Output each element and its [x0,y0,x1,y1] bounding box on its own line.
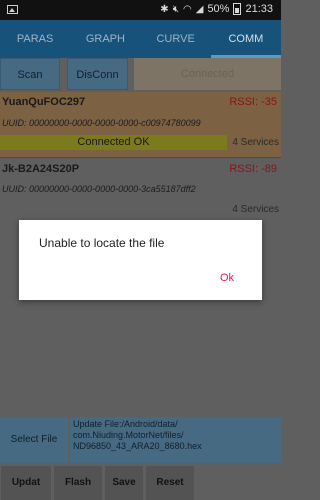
update-file-path: Update File:/Android/data/ com.Niuding.M… [70,417,281,463]
mute-icon: 🔇︎ [172,3,179,15]
wifi-icon: ◠ [183,3,192,15]
tab-bar: PARAS GRAPH CURVE COMM [0,20,281,58]
action-bar: Updat Flash Save Reset [0,464,281,500]
tab-graph[interactable]: GRAPH [70,20,140,58]
ok-button[interactable]: Ok [220,272,234,284]
tab-comm[interactable]: COMM [210,20,281,58]
device-uuid: UUID: 00000000-0000-0000-0000-3ca55187df… [2,184,196,194]
update-file-path-line: com.Niuding.MotorNet/files/ [73,430,184,440]
reset-button[interactable]: Reset [146,466,194,500]
device-rssi: RSSI: -35 [229,96,277,108]
device-services: 4 Services [232,137,279,148]
tab-paras[interactable]: PARAS [0,20,70,58]
device-list-item[interactable]: Jk-B2A24S20P RSSI: -89 UUID: 00000000-00… [0,157,281,219]
device-name: Jk-B2A24S20P [2,163,80,175]
device-rssi: RSSI: -89 [229,163,277,175]
scan-button[interactable]: Scan [0,58,60,90]
device-services: 4 Services [232,204,279,215]
bluetooth-icon: ✱ [160,3,169,15]
tab-curve[interactable]: CURVE [141,20,211,58]
file-selection-bar: Select File Update File:/Android/data/ c… [0,417,281,463]
disconnect-button[interactable]: DisConn [67,58,128,90]
update-file-path-line: Update File:/Android/data/ [73,419,178,429]
save-button[interactable]: Save [105,466,143,500]
image-notification-icon [7,5,18,14]
clock: 21:33 [245,3,273,15]
battery-icon [233,3,242,15]
signal-icon: ◢ [195,3,204,15]
dialog-message: Unable to locate the file [39,236,165,250]
battery-percent: 50% [207,3,230,15]
device-list-item[interactable]: YuanQuFOC297 RSSI: -35 UUID: 00000000-00… [0,92,281,157]
device-connection-state: Connected OK [0,135,227,150]
flash-button[interactable]: Flash [54,466,102,500]
update-button[interactable]: Updat [1,466,51,500]
select-file-button[interactable]: Select File [0,417,68,463]
alert-dialog: Unable to locate the file Ok [19,220,262,300]
connection-status: Connected [134,58,281,90]
device-name: YuanQuFOC297 [2,96,86,108]
device-uuid: UUID: 00000000-0000-0000-0000-c009747800… [2,118,201,128]
connection-controls: Scan DisConn Connected [0,58,281,92]
status-bar: ✱ 🔇︎ ◠ ◢ 50% 21:33 [0,0,281,20]
update-file-path-line: ND96850_43_ARA20_8680.hex [73,441,202,451]
